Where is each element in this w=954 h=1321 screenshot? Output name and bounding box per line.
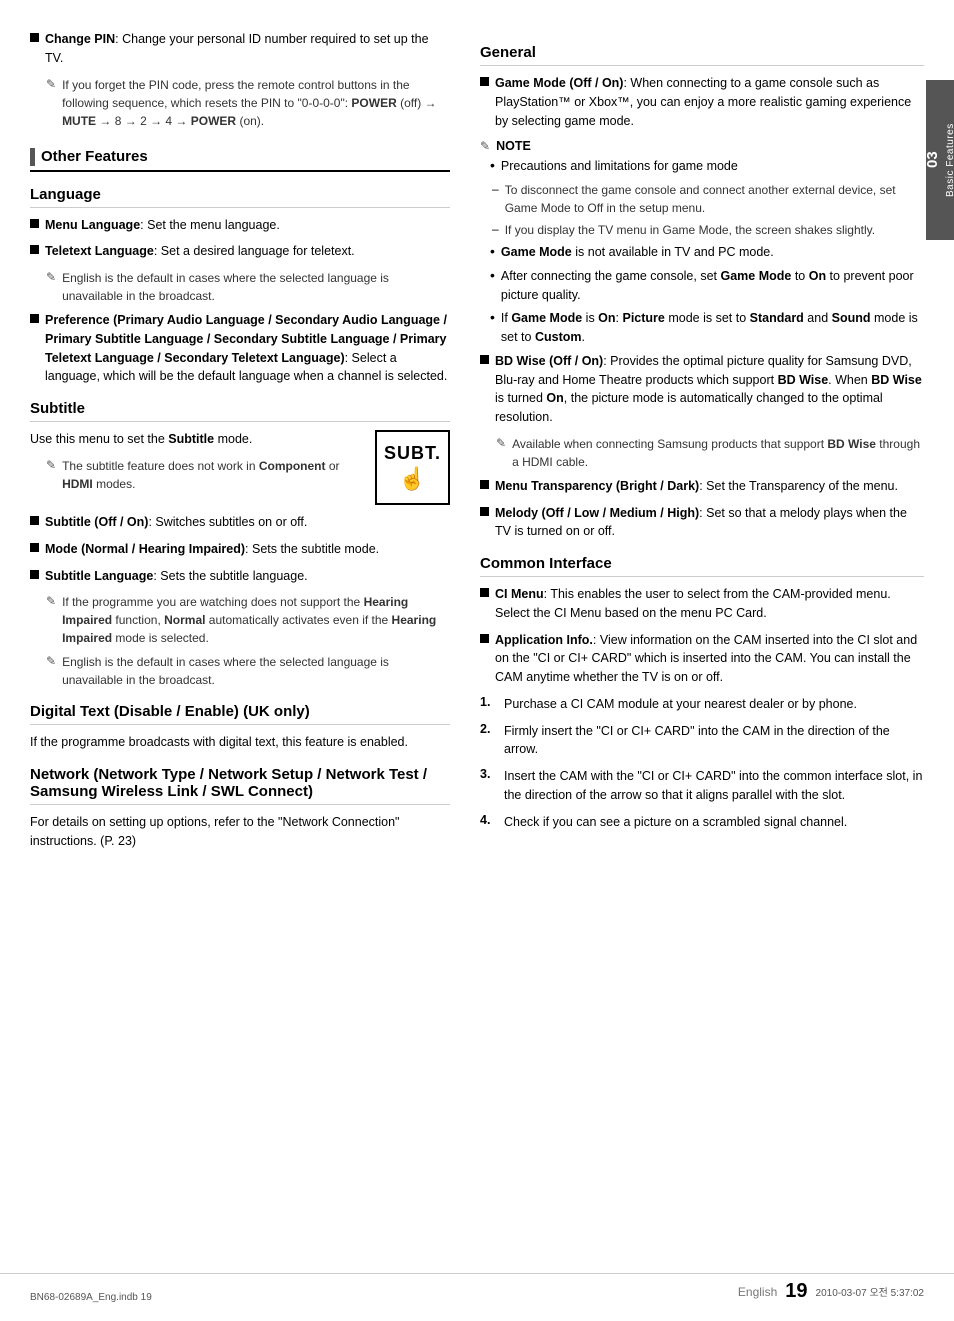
bullet-square: [30, 219, 39, 228]
note-game-mode-console: • After connecting the game console, set…: [490, 267, 924, 305]
subtitle-onoff-item: Subtitle (Off / On): Switches subtitles …: [30, 513, 450, 532]
teletext-note: ✎ English is the default in cases where …: [46, 269, 450, 305]
menu-language-item: Menu Language: Set the menu language.: [30, 216, 450, 235]
pencil-icon: ✎: [480, 139, 490, 153]
language-header: Language: [30, 186, 450, 208]
subt-image: SUBT. ☝: [375, 430, 450, 505]
footer-date: 2010-03-07 오전 5:37:02: [816, 1284, 924, 1299]
right-column: General Game Mode (Off / On): When conne…: [470, 30, 924, 851]
network-body: For details on setting up options, refer…: [30, 813, 450, 851]
note-game-mode-picture: • If Game Mode is On: Picture mode is se…: [490, 309, 924, 347]
numbered-item-4: 4. Check if you can see a picture on a s…: [480, 813, 924, 832]
dot-icon: •: [490, 242, 495, 262]
side-tab-number: 03: [924, 152, 941, 169]
change-pin-text: Change PIN: Change your personal ID numb…: [45, 30, 450, 68]
numbered-item-2: 2. Firmly insert the "CI or CI+ CARD" in…: [480, 722, 924, 760]
subtitle-header: Subtitle: [30, 400, 450, 422]
dot-icon: •: [490, 266, 495, 286]
pencil-icon: ✎: [46, 594, 56, 608]
pencil-icon: ✎: [46, 654, 56, 668]
dot-icon: •: [490, 156, 495, 176]
dot-icon: •: [490, 308, 495, 328]
note-precautions: • Precautions and limitations for game m…: [490, 157, 924, 176]
teletext-language-item: Teletext Language: Set a desired languag…: [30, 242, 450, 261]
note-label-area: ✎ NOTE: [480, 138, 924, 153]
change-pin-note-text: If you forget the PIN code, press the re…: [62, 76, 450, 130]
subtitle-language-item: Subtitle Language: Sets the subtitle lan…: [30, 567, 450, 586]
common-interface-header: Common Interface: [480, 555, 924, 577]
side-tab-text: Basic Features: [945, 123, 954, 197]
pencil-icon: ✎: [46, 77, 56, 91]
footer-file: BN68-02689A_Eng.indb 19: [30, 1292, 152, 1303]
left-column: Change PIN: Change your personal ID numb…: [30, 30, 450, 851]
preference-item: Preference (Primary Audio Language / Sec…: [30, 311, 450, 386]
change-pin-bullet: Change PIN: Change your personal ID numb…: [30, 30, 450, 68]
bullet-square: [480, 634, 489, 643]
section-bar-icon: [30, 148, 35, 166]
subtitle-language-note2: ✎ English is the default in cases where …: [46, 653, 450, 689]
note-game-mode-tv: • Game Mode is not available in TV and P…: [490, 243, 924, 262]
dash-icon: –: [492, 182, 499, 196]
note-sub2: – If you display the TV menu in Game Mod…: [492, 221, 924, 239]
change-pin-note: ✎ If you forget the PIN code, press the …: [46, 76, 450, 130]
bullet-square: [30, 543, 39, 552]
subtitle-mode-item: Mode (Normal / Hearing Impaired): Sets t…: [30, 540, 450, 559]
bullet-square: [30, 314, 39, 323]
subtitle-note-component: ✎ The subtitle feature does not work in …: [46, 457, 363, 493]
footer: BN68-02689A_Eng.indb 19 English 19 2010-…: [0, 1273, 954, 1303]
general-header: General: [480, 44, 924, 66]
bd-wise-note: ✎ Available when connecting Samsung prod…: [496, 435, 924, 471]
note-label-text: NOTE: [496, 139, 531, 153]
digital-text-header: Digital Text (Disable / Enable) (UK only…: [30, 703, 450, 725]
network-header: Network (Network Type / Network Setup / …: [30, 766, 450, 805]
page-container: 03 Basic Features Change PIN: Change you…: [0, 0, 954, 1321]
bullet-square: [480, 507, 489, 516]
footer-page-number: 19: [785, 1280, 807, 1303]
change-pin-title: Change PIN: [45, 32, 115, 46]
bullet-square: [30, 245, 39, 254]
bullet-square: [30, 33, 39, 42]
numbered-item-1: 1. Purchase a CI CAM module at your near…: [480, 695, 924, 714]
ci-menu-item: CI Menu: This enables the user to select…: [480, 585, 924, 623]
menu-transparency-item: Menu Transparency (Bright / Dark): Set t…: [480, 477, 924, 496]
bullet-square: [480, 77, 489, 86]
other-features-header: Other Features: [30, 148, 450, 172]
application-info-item: Application Info.: View information on t…: [480, 631, 924, 687]
bd-wise-item: BD Wise (Off / On): Provides the optimal…: [480, 352, 924, 427]
subtitle-language-note1: ✎ If the programme you are watching does…: [46, 593, 450, 647]
numbered-item-3: 3. Insert the CAM with the "CI or CI+ CA…: [480, 767, 924, 805]
subtitle-intro-area: SUBT. ☝ Use this menu to set the Subtitl…: [30, 430, 450, 513]
footer-lang: English: [738, 1285, 777, 1299]
main-content: Change PIN: Change your personal ID numb…: [0, 0, 954, 881]
game-mode-item: Game Mode (Off / On): When connecting to…: [480, 74, 924, 130]
bullet-square: [480, 588, 489, 597]
note-sub1: – To disconnect the game console and con…: [492, 181, 924, 217]
pencil-icon: ✎: [46, 458, 56, 472]
subt-label: SUBT.: [384, 443, 441, 464]
pencil-icon: ✎: [496, 436, 506, 450]
subt-hand-icon: ☝: [399, 466, 426, 492]
footer-right-area: English 19 2010-03-07 오전 5:37:02: [738, 1280, 924, 1303]
bullet-square: [30, 516, 39, 525]
melody-item: Melody (Off / Low / Medium / High): Set …: [480, 504, 924, 542]
digital-text-body: If the programme broadcasts with digital…: [30, 733, 450, 752]
bullet-square: [480, 355, 489, 364]
bullet-square: [480, 480, 489, 489]
bullet-square: [30, 570, 39, 579]
change-pin-section: Change PIN: Change your personal ID numb…: [30, 30, 450, 130]
side-tab: 03 Basic Features: [926, 80, 954, 240]
dash-icon: –: [492, 222, 499, 236]
pencil-icon: ✎: [46, 270, 56, 284]
